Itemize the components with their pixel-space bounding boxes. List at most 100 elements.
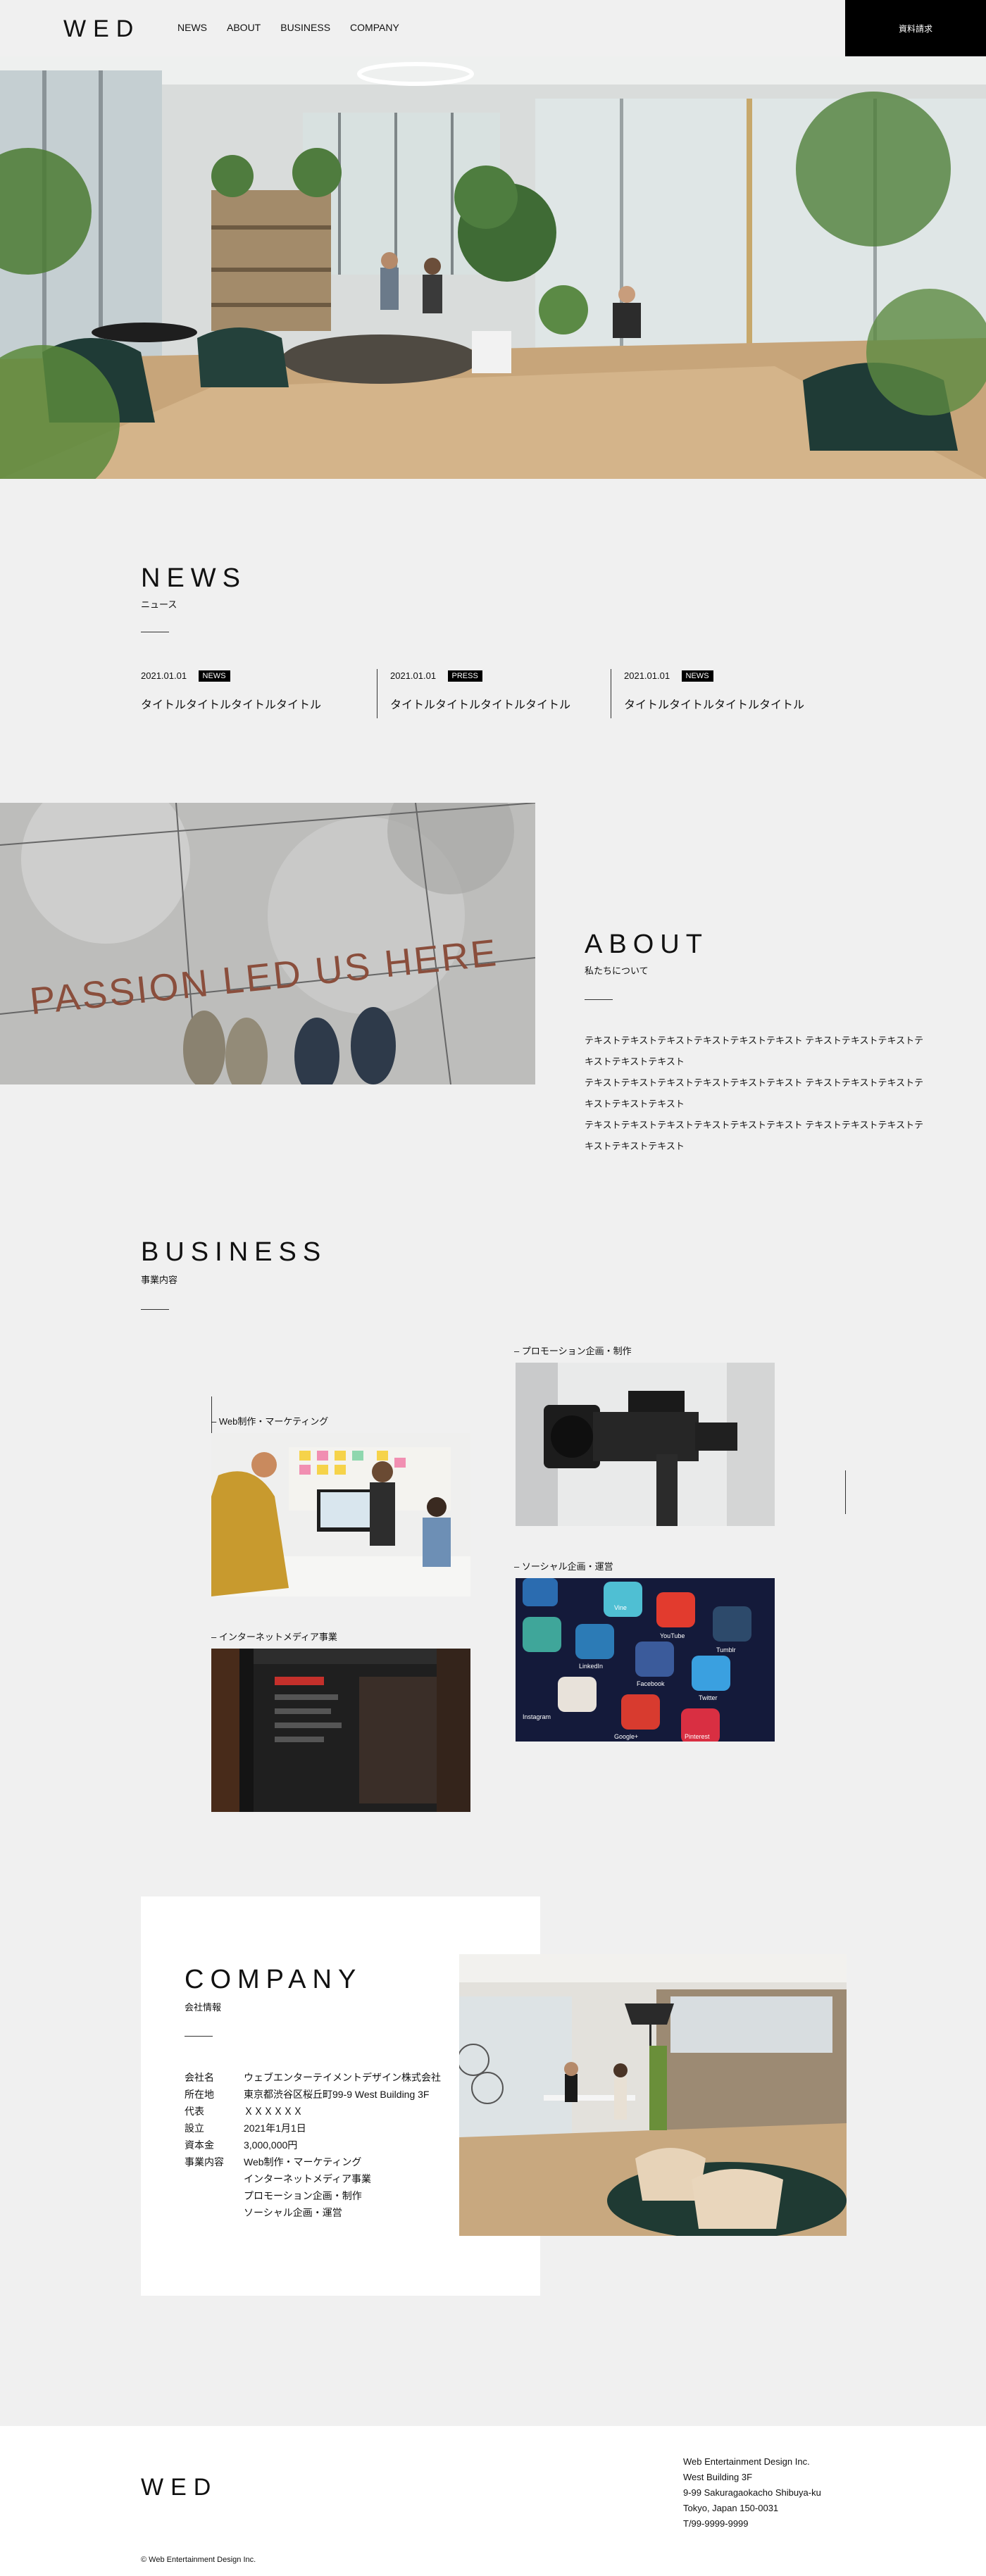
news-item-title[interactable]: タイトルタイトルタイトルタイトル <box>624 695 836 712</box>
about-title: ABOUT <box>585 930 709 959</box>
company-office-photo <box>459 1954 847 2236</box>
youtube-icon: YouTube <box>660 1632 685 1639</box>
twitter-icon: Twitter <box>699 1694 718 1701</box>
news-date: 2021.01.01 <box>390 670 437 681</box>
phone-number: T/99-9999-9999 <box>683 2518 749 2529</box>
company-row-key: 事業内容 <box>185 2156 224 2168</box>
news-date: 2021.01.01 <box>141 670 187 681</box>
company-row: 設立 2021年1月1日 <box>185 2120 441 2137</box>
main-nav: NEWS ABOUT BUSINESS COMPANY <box>177 22 399 33</box>
company-details-table: 会社名 ウェブエンターテイメントデザイン株式会社 所在地 東京都渋谷区桜丘町99-9… <box>185 2069 441 2221</box>
nav-about[interactable]: ABOUT <box>227 22 261 33</box>
news-title: NEWS <box>141 563 246 593</box>
web-marketing-photo[interactable] <box>211 1433 470 1596</box>
hero-office-photo <box>0 56 986 479</box>
business-label-web[interactable]: – Web制作・マーケティング <box>211 1414 328 1427</box>
address-line: 9-99 Sakuragaokacho Shibuya-ku <box>683 2487 821 2498</box>
news-item-title[interactable]: タイトルタイトルタイトルタイトル <box>390 695 602 712</box>
company-row: 所在地 東京都渋谷区桜丘町99-9 West Building 3F <box>185 2086 441 2103</box>
news-date: 2021.01.01 <box>624 670 670 681</box>
about-subtitle: 私たちについて <box>585 965 649 976</box>
company-title: COMPANY <box>185 1965 363 1994</box>
company-row-value: ＸＸＸＸＸＸ <box>244 2106 303 2117</box>
business-label-promotion[interactable]: – プロモーション企画・制作 <box>514 1344 632 1357</box>
google-plus-icon: Google+ <box>614 1733 638 1740</box>
news-item-title[interactable]: タイトルタイトルタイトルタイトル <box>141 695 366 712</box>
site-footer: WED Web Entertainment Design Inc. West B… <box>0 2426 986 2576</box>
site-header: WED NEWS ABOUT BUSINESS COMPANY 資料請求 <box>0 0 986 56</box>
company-row-value: ウェブエンターテイメントデザイン株式会社 <box>244 2072 441 2083</box>
news-subtitle: ニュース <box>141 599 177 610</box>
business-divider-right <box>845 1470 846 1514</box>
linkedin-icon: LinkedIn <box>579 1663 603 1670</box>
company-row-key <box>185 2170 244 2187</box>
company-row-key: 資本金 <box>185 2139 214 2151</box>
company-row-key: 会社名 <box>185 2072 214 2083</box>
company-row-value: プロモーション企画・制作 <box>244 2190 362 2201</box>
vine-icon: Vine <box>614 1604 627 1611</box>
about-pavement-photo: PASSION LED US HERE <box>0 803 535 1084</box>
social-apps-photo[interactable]: Vine YouTube Tumblr LinkedIn Facebook Tw… <box>516 1578 775 1742</box>
instagram-icon: Instagram <box>523 1713 551 1720</box>
company-row: プロモーション企画・制作 <box>185 2187 441 2204</box>
nav-business[interactable]: BUSINESS <box>280 22 330 33</box>
company-row-value: 2021年1月1日 <box>244 2122 306 2134</box>
company-row-key: 設立 <box>185 2122 204 2134</box>
internet-media-photo[interactable] <box>211 1649 470 1812</box>
company-divider <box>185 2036 213 2037</box>
footer-logo[interactable]: WED <box>141 2474 218 2501</box>
company-row-value: Web制作・マーケティング <box>244 2156 362 2168</box>
company-row: 資本金 3,000,000円 <box>185 2137 441 2153</box>
camera-illustration <box>516 1363 775 1526</box>
news-item[interactable]: 2021.01.01 NEWS タイトルタイトルタイトルタイトル <box>141 669 366 718</box>
about-paragraph: テキストテキストテキストテキストテキストテキスト テキストテキストテキストテキス… <box>585 1120 924 1151</box>
company-row: ソーシャル企画・運営 <box>185 2204 441 2221</box>
pavement-illustration: PASSION LED US HERE <box>0 803 535 1084</box>
about-body: テキストテキストテキストテキストテキストテキスト テキストテキストテキストテキス… <box>585 1030 930 1157</box>
news-item[interactable]: 2021.01.01 NEWS タイトルタイトルタイトルタイトル <box>611 669 836 718</box>
hero-office-illustration <box>0 56 986 479</box>
company-subtitle: 会社情報 <box>185 2002 222 2013</box>
footer-address: Web Entertainment Design Inc. West Build… <box>683 2454 821 2532</box>
company-row-value: ソーシャル企画・運営 <box>244 2207 342 2218</box>
company-row-value: 東京都渋谷区桜丘町99-9 West Building 3F <box>244 2089 430 2100</box>
news-tag-badge: PRESS <box>447 670 482 682</box>
office-lounge-illustration <box>459 1954 847 2236</box>
company-row-value: インターネットメディア事業 <box>244 2173 372 2184</box>
company-row: 会社名 ウェブエンターテイメントデザイン株式会社 <box>185 2069 441 2086</box>
company-row-value: 3,000,000円 <box>244 2139 298 2151</box>
business-label-internet-media[interactable]: – インターネットメディア事業 <box>211 1630 337 1643</box>
about-divider <box>585 999 613 1000</box>
tumblr-icon: Tumblr <box>716 1646 736 1653</box>
nav-news[interactable]: NEWS <box>177 22 207 33</box>
company-row: 事業内容 Web制作・マーケティング <box>185 2153 441 2170</box>
social-icons-illustration: Vine YouTube Tumblr LinkedIn Facebook Tw… <box>516 1578 775 1742</box>
site-logo[interactable]: WED <box>63 15 140 43</box>
business-subtitle: 事業内容 <box>141 1275 178 1285</box>
business-label-social[interactable]: – ソーシャル企画・運営 <box>514 1559 613 1573</box>
company-row-key <box>185 2187 244 2204</box>
address-line: West Building 3F <box>683 2472 753 2482</box>
business-title: BUSINESS <box>141 1237 327 1267</box>
facebook-icon: Facebook <box>637 1680 665 1687</box>
company-row-key <box>185 2204 244 2221</box>
company-row: インターネットメディア事業 <box>185 2170 441 2187</box>
company-row-key: 所在地 <box>185 2089 214 2100</box>
laptop-screen-illustration <box>211 1649 470 1812</box>
address-line: Tokyo, Japan 150-0031 <box>683 2503 779 2513</box>
news-tag-badge: NEWS <box>681 670 713 682</box>
team-meeting-illustration <box>211 1433 470 1596</box>
promotion-camera-photo[interactable] <box>516 1363 775 1526</box>
about-paragraph: テキストテキストテキストテキストテキストテキスト テキストテキストテキストテキス… <box>585 1035 924 1067</box>
request-materials-button[interactable]: 資料請求 <box>845 0 986 56</box>
nav-company[interactable]: COMPANY <box>350 22 399 33</box>
copyright: © Web Entertainment Design Inc. <box>141 2556 256 2564</box>
news-item[interactable]: 2021.01.01 PRESS タイトルタイトルタイトルタイトル <box>377 669 602 718</box>
about-paragraph: テキストテキストテキストテキストテキストテキスト テキストテキストテキストテキス… <box>585 1077 924 1109</box>
pinterest-icon: Pinterest <box>685 1733 710 1740</box>
business-divider <box>141 1309 169 1310</box>
news-tag-badge: NEWS <box>198 670 230 682</box>
company-row-key: 代表 <box>185 2106 204 2117</box>
company-row: 代表 ＸＸＸＸＸＸ <box>185 2103 441 2120</box>
address-line: Web Entertainment Design Inc. <box>683 2456 810 2467</box>
